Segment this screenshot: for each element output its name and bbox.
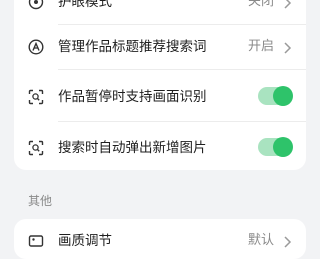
setting-label: 搜索时自动弹出新增图片 [58,140,207,156]
setting-row-pause-recognition[interactable]: 作品暂停时支持画面识别 [14,75,306,119]
eye-icon [28,0,44,10]
setting-row-eye-care[interactable]: 护眼模式 关闭 [14,0,306,24]
chevron-right-icon [282,40,292,54]
setting-row-auto-popup-images[interactable]: 搜索时自动弹出新增图片 [14,126,306,170]
toggle-switch[interactable] [258,137,293,157]
setting-label: 管理作品标题推荐搜索词 [58,39,207,55]
section-title-other: 其他 [28,194,53,208]
chevron-right-icon [282,0,292,9]
setting-label: 画质调节 [58,233,112,249]
scan-face-icon [28,89,44,105]
chevron-right-icon [282,234,292,248]
toggle-knob [273,137,293,157]
divider [58,69,306,70]
scan-face-icon [28,140,44,156]
toggle-switch[interactable] [258,86,293,106]
settings-card: 护眼模式 关闭 管理作品标题推荐搜索词 开启 作品暂停时支持画面识别 搜索时自动… [14,0,306,170]
setting-value: 开启 [247,39,274,54]
other-settings-card: 画质调节 默认 [14,219,306,259]
picture-icon [28,233,44,249]
setting-row-picture-quality[interactable]: 画质调节 默认 [14,219,306,259]
a-circle-icon [28,39,44,55]
setting-label: 作品暂停时支持画面识别 [58,89,207,105]
setting-row-title-search-terms[interactable]: 管理作品标题推荐搜索词 开启 [14,25,306,69]
setting-label: 护眼模式 [58,0,112,10]
setting-value: 默认 [247,233,274,248]
setting-value: 关闭 [247,0,274,9]
divider [58,121,306,122]
toggle-knob [273,86,293,106]
